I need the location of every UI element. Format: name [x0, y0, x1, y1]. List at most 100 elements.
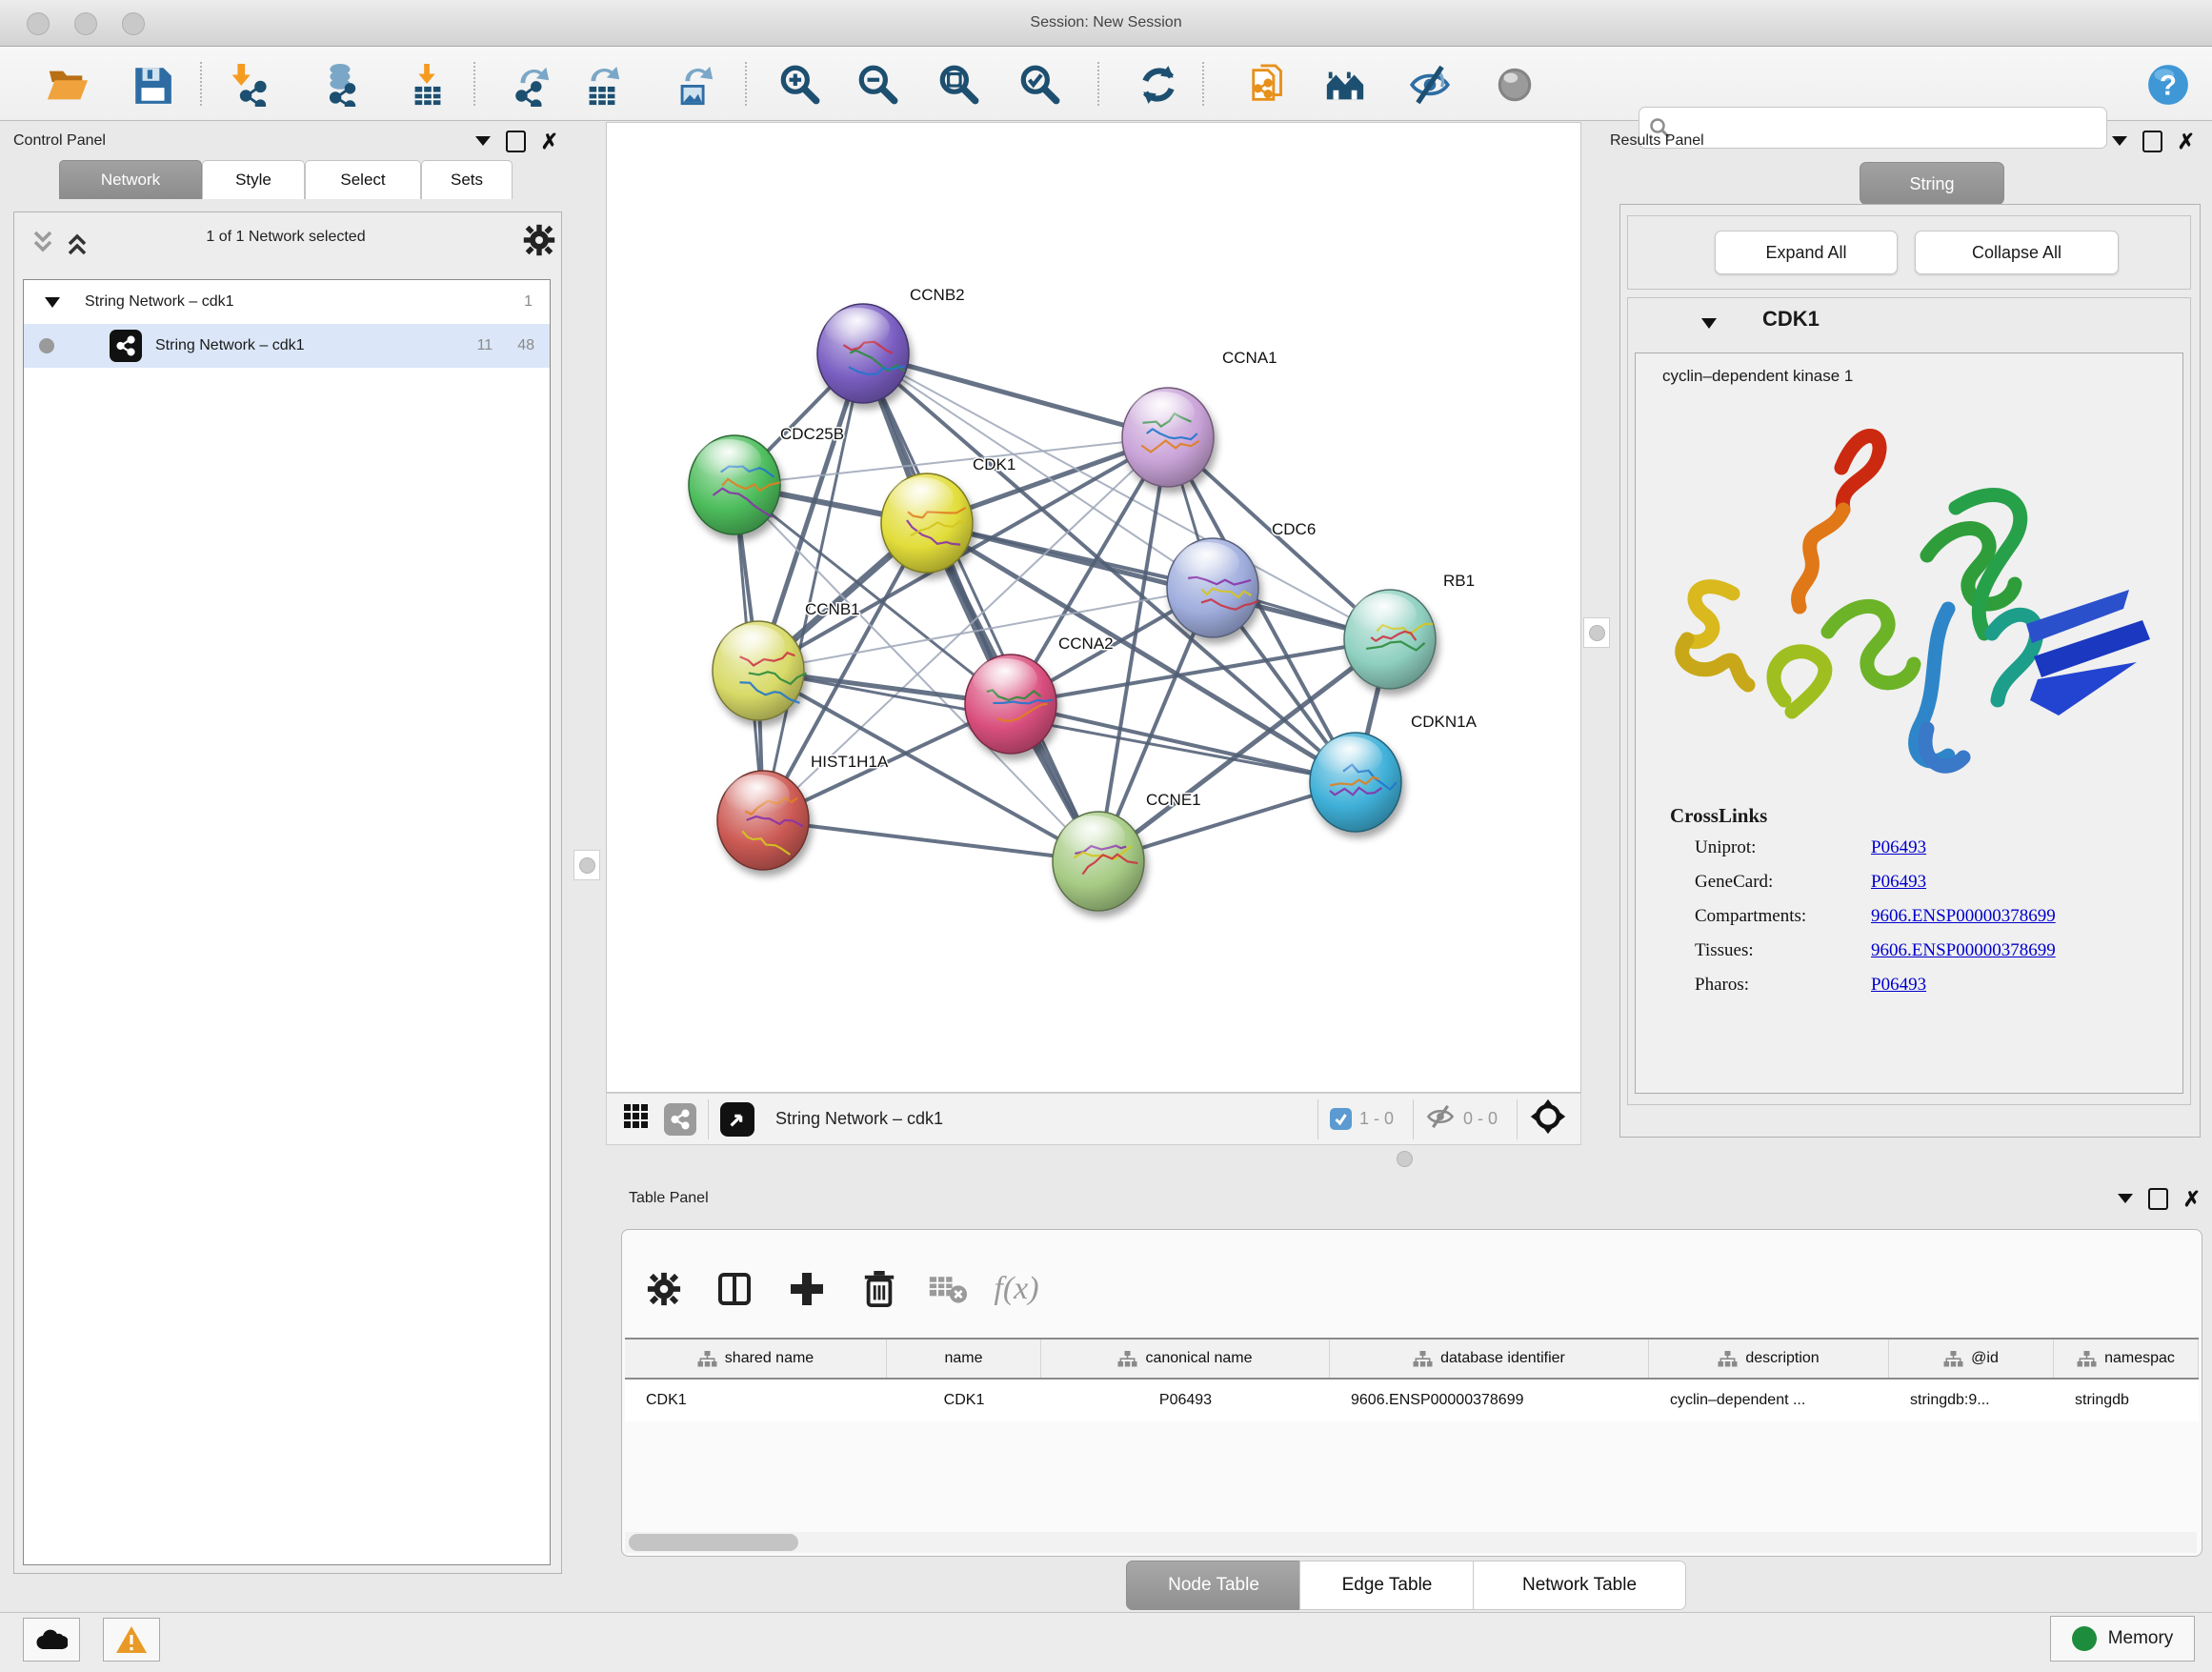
table-row[interactable]: CDK1CDK1P064939606.ENSP00000378699cyclin…: [625, 1380, 2199, 1421]
tab-network-table[interactable]: Network Table: [1473, 1561, 1686, 1610]
status-bar: [0, 1612, 2212, 1672]
column-header-canonical-name[interactable]: canonical name: [1041, 1340, 1330, 1378]
export-network-icon[interactable]: [505, 60, 558, 110]
expand-all-button[interactable]: Expand All: [1715, 231, 1898, 274]
network-options-gear-icon[interactable]: [522, 223, 556, 262]
table-panel-close-icon[interactable]: ✗: [2183, 1190, 2201, 1208]
toolbar-separator: [1202, 62, 1204, 106]
tab-sets[interactable]: Sets: [421, 160, 513, 199]
export-table-icon[interactable]: [575, 60, 629, 110]
right-splitter-handle[interactable]: [1583, 617, 1610, 648]
table-header-row[interactable]: shared namenamecanonical namedatabase id…: [625, 1338, 2199, 1380]
control-panel-collapse-icon[interactable]: [475, 136, 491, 146]
tab-select[interactable]: Select: [305, 160, 421, 199]
horizontal-splitter-handle[interactable]: [1397, 1151, 1413, 1167]
memory-button[interactable]: Memory: [2050, 1616, 2195, 1662]
gene-symbol: CDK1: [1762, 307, 1820, 332]
collapse-all-button[interactable]: Collapse All: [1915, 231, 2119, 274]
results-panel-close-icon[interactable]: ✗: [2178, 132, 2195, 151]
zoom-out-icon[interactable]: [851, 60, 904, 110]
table-cell[interactable]: P06493: [1041, 1380, 1330, 1421]
crosslink-compartments-link[interactable]: 9606.ENSP00000378699: [1871, 906, 2182, 927]
results-panel-collapse-icon[interactable]: [2112, 136, 2127, 146]
export-image-icon[interactable]: [668, 60, 721, 110]
network-node-CCNB2[interactable]: CCNB2: [817, 286, 965, 403]
tab-node-table[interactable]: Node Table: [1126, 1561, 1301, 1610]
zoom-in-icon[interactable]: [773, 60, 826, 110]
import-network-database-icon[interactable]: [312, 60, 365, 110]
help-icon[interactable]: ?: [2142, 60, 2195, 110]
center-view-crosshair-icon[interactable]: [1529, 1098, 1567, 1140]
import-network-file-icon[interactable]: [220, 60, 273, 110]
zoom-selected-icon[interactable]: [1013, 60, 1066, 110]
crosslink-uniprot-link[interactable]: P06493: [1871, 837, 2182, 858]
birdseye-view-icon[interactable]: [720, 1102, 754, 1137]
table-hscrollbar[interactable]: [625, 1532, 2197, 1553]
network-canvas[interactable]: CCNB2CCNA1CDC25BCDK1CDC6RB1CCNB1CCNA2CDK…: [606, 122, 1581, 1093]
table-panel-collapse-icon[interactable]: [2118, 1194, 2133, 1203]
control-panel-float-icon[interactable]: [506, 131, 526, 152]
houses-icon[interactable]: [1318, 60, 1372, 110]
show-all-icon[interactable]: [1488, 60, 1541, 110]
collection-expand-icon[interactable]: [45, 297, 60, 308]
network-graph[interactable]: CCNB2CCNA1CDC25BCDK1CDC6RB1CCNB1CCNA2CDK…: [607, 123, 1580, 1092]
table-cell[interactable]: stringdb: [2054, 1380, 2199, 1421]
import-table-icon[interactable]: [401, 60, 454, 110]
network-type-icon[interactable]: [664, 1103, 696, 1136]
refresh-icon[interactable]: [1132, 60, 1185, 110]
web-export-icon[interactable]: [1243, 60, 1297, 110]
zoom-fit-icon[interactable]: [932, 60, 985, 110]
table-cell[interactable]: CDK1: [887, 1380, 1041, 1421]
table-cell[interactable]: stringdb:9...: [1889, 1380, 2054, 1421]
crosslink-tissues-link[interactable]: 9606.ENSP00000378699: [1871, 940, 2182, 961]
column-header-name[interactable]: name: [887, 1340, 1041, 1378]
table-hscrollbar-thumb[interactable]: [629, 1534, 798, 1551]
table-gear-icon[interactable]: [636, 1258, 692, 1320]
column-header--id[interactable]: @id: [1889, 1340, 2054, 1378]
tab-string[interactable]: String: [1860, 162, 2004, 205]
network-node-RB1[interactable]: RB1: [1344, 572, 1475, 689]
hide-selected-icon[interactable]: [1403, 60, 1457, 110]
crosslink-pharos-link[interactable]: P06493: [1871, 975, 2182, 996]
crosslink-genecard-link[interactable]: P06493: [1871, 872, 2182, 893]
node-label-CDC6: CDC6: [1272, 520, 1316, 538]
grid-view-icon[interactable]: [622, 1102, 651, 1136]
network-node-CDK1[interactable]: CDK1: [881, 455, 1016, 573]
left-splitter-handle[interactable]: [573, 850, 600, 880]
tab-network[interactable]: Network: [59, 160, 202, 199]
function-builder-icon[interactable]: f(x): [989, 1258, 1044, 1320]
add-column-icon[interactable]: [779, 1258, 835, 1320]
open-session-icon[interactable]: [40, 60, 93, 110]
table-panel-float-icon[interactable]: [2148, 1188, 2168, 1210]
control-panel-close-icon[interactable]: ✗: [541, 132, 558, 151]
network-node-HIST1H1A[interactable]: HIST1H1A: [717, 753, 889, 870]
selected-checkbox-icon[interactable]: [1330, 1108, 1352, 1130]
network-node-CDC6[interactable]: CDC6: [1167, 520, 1316, 637]
delete-column-icon[interactable]: [852, 1258, 907, 1320]
warnings-button[interactable]: [103, 1618, 160, 1662]
network-node-CDKN1A[interactable]: CDKN1A: [1310, 713, 1478, 832]
column-header-database-identifier[interactable]: database identifier: [1330, 1340, 1649, 1378]
tab-edge-table[interactable]: Edge Table: [1299, 1561, 1475, 1610]
cloud-button[interactable]: [23, 1618, 80, 1662]
results-panel-header: Results Panel ✗: [1610, 124, 2202, 158]
window-title: Session: New Session: [0, 0, 2212, 46]
delete-table-icon[interactable]: [920, 1258, 975, 1320]
results-panel-float-icon[interactable]: [2142, 131, 2162, 152]
network-row-selected[interactable]: String Network – cdk1 11 48: [24, 324, 550, 368]
network-node-count: 11: [477, 337, 493, 354]
table-cell[interactable]: CDK1: [625, 1380, 887, 1421]
hidden-eye-slash-icon[interactable]: [1425, 1103, 1456, 1135]
network-collection-row[interactable]: String Network – cdk1 1: [24, 280, 550, 324]
save-session-icon[interactable]: [126, 60, 179, 110]
network-node-CCNB1[interactable]: CCNB1: [713, 600, 860, 720]
column-header-shared-name[interactable]: shared name: [625, 1340, 887, 1378]
column-header-namespac[interactable]: namespac: [2054, 1340, 2199, 1378]
table-cell[interactable]: cyclin–dependent ...: [1649, 1380, 1889, 1421]
network-node-CCNA1[interactable]: CCNA1: [1122, 349, 1277, 487]
table-cell[interactable]: 9606.ENSP00000378699: [1330, 1380, 1649, 1421]
gene-collapse-icon[interactable]: [1701, 318, 1717, 329]
column-header-description[interactable]: description: [1649, 1340, 1889, 1378]
tab-style[interactable]: Style: [202, 160, 305, 199]
show-columns-icon[interactable]: [707, 1258, 762, 1320]
